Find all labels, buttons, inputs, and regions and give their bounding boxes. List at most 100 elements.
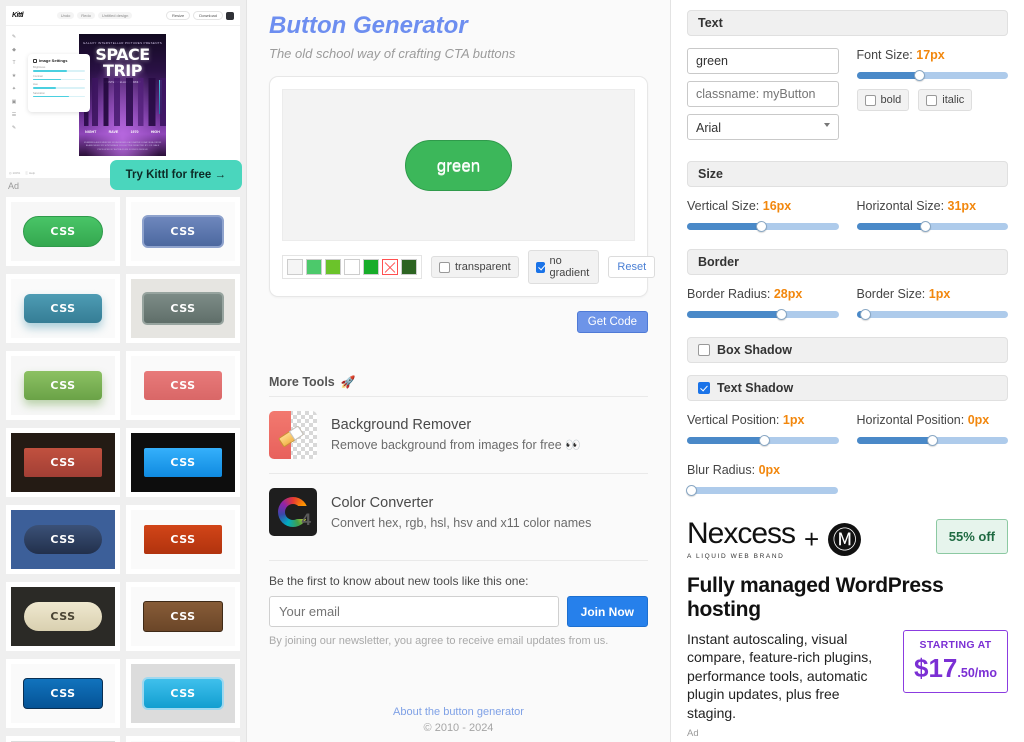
css-gallery-item[interactable]: CSS (6, 351, 120, 420)
css-gallery-item[interactable]: CSS (6, 428, 120, 497)
css-gallery-item[interactable]: CSS (6, 197, 120, 266)
transparent-checkbox[interactable]: transparent (431, 256, 519, 278)
swatch-strong-green[interactable] (363, 259, 379, 275)
swatch-empty[interactable] (287, 259, 303, 275)
css-gallery-item[interactable]: CSS (126, 659, 240, 728)
copyright: © 2010 - 2024 (423, 722, 494, 734)
css-gallery-item[interactable]: CSS (126, 428, 240, 497)
join-now-button[interactable]: Join Now (566, 596, 648, 627)
tool-description: Convert hex, rgb, hsl, hsv and x11 color… (331, 515, 592, 530)
font-size-slider[interactable] (856, 70, 1008, 81)
css-gallery-item[interactable]: CSS (126, 351, 240, 420)
page-title: Button Generator (269, 12, 468, 39)
checkbox-box (864, 94, 876, 106)
button-label-input[interactable] (687, 48, 839, 74)
font-size-label: Font Size: 17px (857, 48, 1009, 62)
slider-thumb[interactable] (759, 435, 771, 446)
css-gallery-item[interactable]: CSS (6, 274, 120, 343)
font-family-select[interactable]: Arial (687, 114, 839, 140)
kittl-cta-button[interactable]: Try Kittl for free → (109, 160, 242, 190)
horizontal-size-slider[interactable] (856, 221, 1008, 232)
tool-item-background-remover[interactable]: Background Remover Remove background fro… (269, 396, 648, 473)
css-gallery-item[interactable]: CSS (126, 197, 240, 266)
css-gallery-item[interactable]: CSS (6, 736, 120, 742)
kittl-panel-title-text: Image Settings (39, 58, 68, 63)
eraser-glyph (277, 425, 305, 448)
kittl-slider-track (33, 70, 85, 72)
shadow-horizontal-slider[interactable] (856, 435, 1008, 446)
text-icon: T (12, 60, 16, 66)
css-button-preview: CSS (24, 448, 102, 477)
blur-radius-slider[interactable] (686, 485, 838, 496)
slider-thumb[interactable] (913, 70, 925, 81)
css-gallery-item[interactable]: CSS (6, 505, 120, 574)
kittl-slider-label: Contrast (33, 74, 43, 78)
swatch-none-icon[interactable] (382, 259, 398, 275)
css-gallery-item[interactable]: CSS (126, 582, 240, 651)
blur-radius-control: Blur Radius: 0px (686, 463, 1008, 496)
about-link[interactable]: About the button generator (393, 706, 524, 718)
slider-fill (856, 72, 919, 79)
poster-word: 1970 (130, 130, 139, 134)
css-gallery-item[interactable]: CSS (6, 582, 120, 651)
tool-title: Background Remover (331, 417, 472, 433)
border-size-label: Border Size: 1px (857, 287, 1009, 301)
slider-thumb[interactable] (686, 485, 697, 496)
section-header-box-shadow[interactable]: Box Shadow (687, 337, 1008, 363)
no-gradient-checkbox[interactable]: no gradient (527, 250, 600, 284)
slider-thumb[interactable] (775, 309, 787, 320)
slider-thumb[interactable] (756, 221, 768, 232)
classname-input[interactable] (687, 81, 839, 107)
section-header-text-shadow[interactable]: Text Shadow (687, 375, 1008, 401)
generated-button[interactable]: green (404, 139, 513, 191)
css-gallery-item[interactable]: CSS (126, 274, 240, 343)
reset-button[interactable]: Reset (608, 256, 656, 278)
font-size-column: Font Size: 17px bold italic (856, 48, 1009, 147)
slider-thumb[interactable] (927, 435, 939, 446)
text-shadow-checkbox[interactable] (698, 382, 710, 394)
swatch-lime-green[interactable] (325, 259, 341, 275)
box-shadow-checkbox[interactable] (698, 344, 710, 356)
slider-track (856, 311, 1008, 318)
css-gallery-item[interactable]: CSS (126, 505, 240, 574)
swatch-dark-green[interactable] (401, 259, 417, 275)
price-small: .50/mo (957, 666, 997, 680)
css-gallery-item[interactable]: CSS (6, 659, 120, 728)
slider-thumb[interactable] (859, 309, 871, 320)
css-gallery-item[interactable]: CSS (126, 736, 240, 742)
border-size-slider[interactable] (856, 309, 1008, 320)
italic-checkbox[interactable]: italic (918, 89, 973, 111)
kittl-poster-artwork: GALAXY INTERSTELLAR PICTURES PRESENTS SP… (79, 34, 166, 156)
newsletter-fine-print: By joining our newsletter, you agree to … (269, 635, 609, 647)
nexcess-ad[interactable]: Nexcess A LIQUID WEB BRAND + Ⓜ 55% off F… (687, 519, 1008, 739)
get-code-button[interactable]: Get Code (576, 311, 648, 333)
vertical-size-slider[interactable] (687, 221, 839, 232)
kittl-slider-track (33, 95, 85, 98)
tool-item-color-converter[interactable]: 4 Color Converter Convert hex, rgb, hsl,… (269, 473, 648, 550)
border-radius-slider[interactable] (687, 309, 839, 320)
kittl-resize-button: Resize (165, 11, 191, 20)
css-button-gallery: CSS CSS CSS CSS CSS CSS CSS CSS CSS CSS … (6, 193, 240, 742)
email-input[interactable] (269, 596, 559, 627)
swatch-medium-green[interactable] (306, 259, 322, 275)
kittl-slider-group: Brightness (33, 66, 85, 72)
price-label: STARTING AT (919, 639, 992, 651)
price-amount: $17.50/mo (914, 653, 997, 684)
layers-icon: ☰ (11, 112, 17, 118)
poster-word-row: NIGHT RAVE 1970 HIGH (79, 130, 166, 134)
bold-label: bold (880, 94, 902, 106)
text-style-toggles: bold italic (856, 89, 1009, 111)
shadow-horizontal-label-text: Horizontal Position: (856, 413, 965, 427)
color-converter-icon: 4 (269, 488, 317, 536)
kittl-ad[interactable]: Kittl Undo Redo Untitled design Resize D… (6, 6, 242, 190)
slider-thumb[interactable] (919, 221, 931, 232)
shadow-vertical-slider[interactable] (687, 435, 839, 446)
border-size-label-text: Border Size: (856, 287, 926, 301)
swatch-white[interactable] (344, 259, 360, 275)
kittl-logo: Kittl (12, 12, 24, 19)
bold-checkbox[interactable]: bold (856, 89, 910, 111)
pencil-icon: ✎ (11, 34, 17, 40)
more-tools-list: Background Remover Remove background fro… (269, 396, 648, 550)
kittl-pill-redo: Redo (77, 12, 95, 19)
